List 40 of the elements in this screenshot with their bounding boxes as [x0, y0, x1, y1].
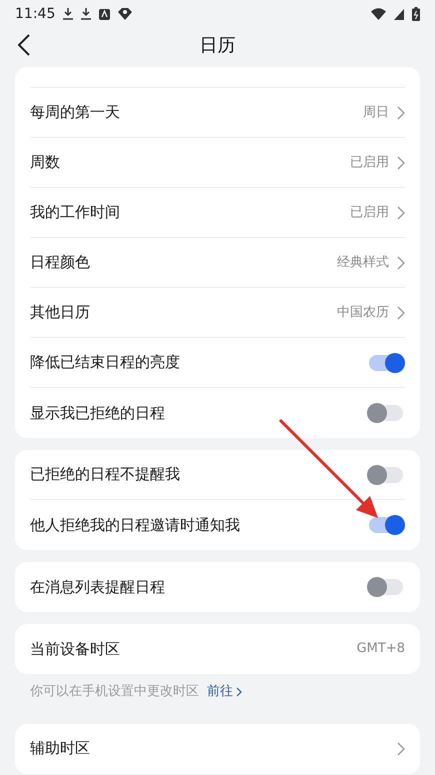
- chevron-icon[interactable]: [397, 156, 405, 170]
- download-icon: [63, 8, 74, 20]
- go-link[interactable]: 前往: [207, 682, 242, 702]
- battery-icon: [412, 7, 420, 21]
- setting-value: 中国农历: [337, 304, 389, 322]
- setting-value: 周日: [363, 104, 389, 122]
- setting-label: 在消息列表提醒日程: [30, 576, 166, 598]
- setting-value: GMT+8: [356, 640, 405, 658]
- setting-value: 已启用: [350, 204, 389, 222]
- download-icon: [81, 8, 92, 20]
- toggle-switch[interactable]: [369, 354, 403, 370]
- page-title: 日历: [200, 34, 236, 58]
- setting-label: 每周的第一天: [30, 102, 121, 124]
- wifi-icon: [371, 8, 386, 20]
- setting-label: 已拒绝的日程不提醒我: [30, 464, 181, 486]
- setting-label: 周数: [30, 152, 61, 174]
- chevron-icon: [236, 686, 242, 697]
- setting-label: 其他日历: [30, 302, 91, 324]
- chevron-icon[interactable]: [397, 306, 405, 320]
- setting-label: 降低已结束日程的亮度: [30, 352, 181, 374]
- signal-icon: [394, 8, 404, 20]
- setting-label: 我的工作时间: [30, 202, 121, 224]
- setting-label: 显示我已拒绝的日程: [30, 402, 166, 424]
- back-icon: [18, 34, 30, 56]
- toggle-switch[interactable]: [369, 405, 403, 421]
- chevron-icon[interactable]: [397, 106, 405, 120]
- toggle-switch[interactable]: [369, 579, 403, 595]
- setting-label: 日程颜色: [30, 252, 91, 274]
- status-time: 11:45: [15, 4, 56, 24]
- setting-value: 已启用: [350, 154, 389, 172]
- hint-text: 你可以在手机设置中更改时区: [30, 683, 199, 701]
- setting-label: 辅助时区: [30, 738, 91, 760]
- setting-label: 当前设备时区: [30, 638, 121, 660]
- chevron-icon[interactable]: [397, 742, 405, 756]
- setting-label: 他人拒绝我的日程邀请时通知我: [30, 514, 241, 536]
- chevron-icon[interactable]: [397, 206, 405, 220]
- setting-value: 经典样式: [337, 254, 389, 272]
- toggle-switch[interactable]: [369, 466, 403, 482]
- toggle-switch[interactable]: [369, 517, 403, 533]
- chevron-icon[interactable]: [397, 256, 405, 270]
